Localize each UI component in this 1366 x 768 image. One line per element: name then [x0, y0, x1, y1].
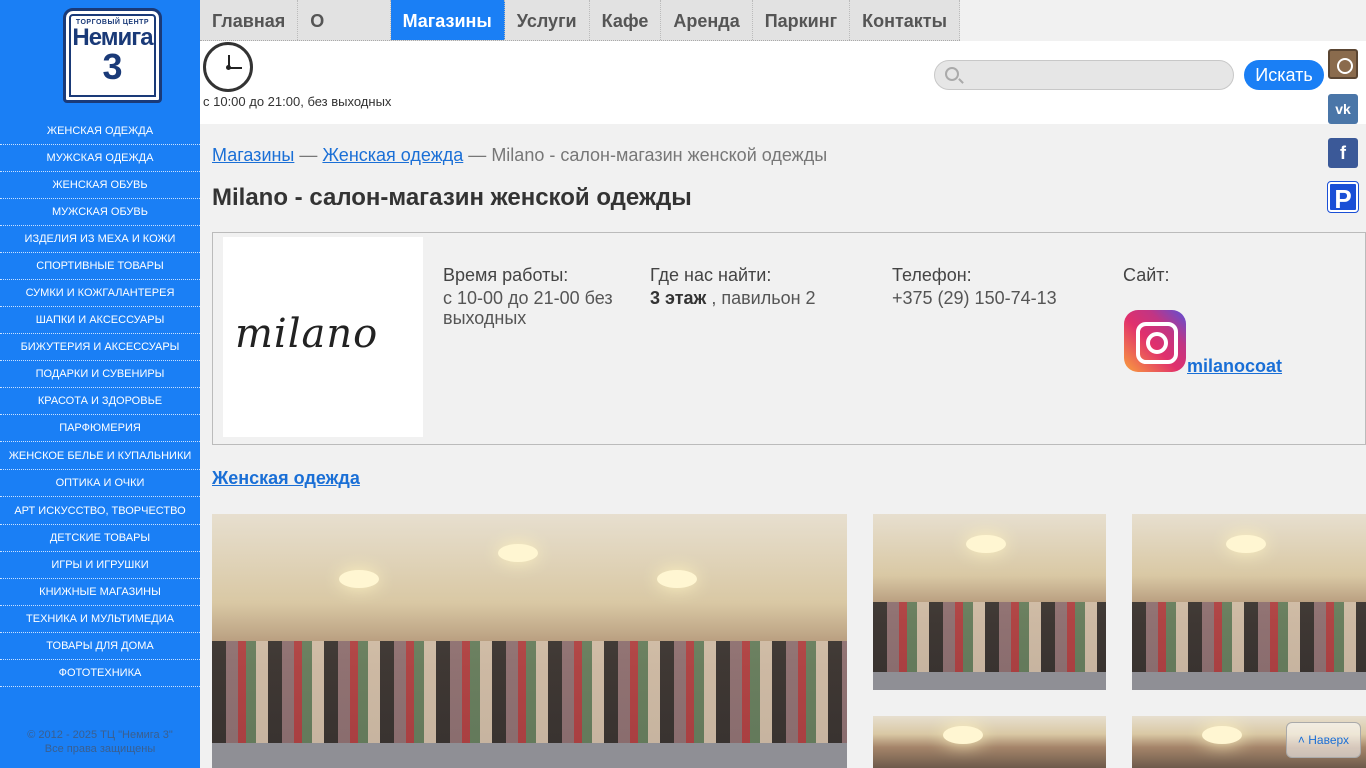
store-site: Сайт:: [1123, 265, 1323, 285]
sidebar-item-mens-shoes[interactable]: МУЖСКАЯ ОБУВЬ: [0, 199, 200, 226]
sidebar-item-lingerie[interactable]: ЖЕНСКОЕ БЕЛЬЕ И КУПАЛЬНИКИ: [0, 442, 200, 470]
sidebar: ТОРГОВЫЙ ЦЕНТР Немига 3 ЖЕНСКАЯ ОДЕЖДА М…: [0, 0, 200, 768]
category-link[interactable]: Женская одежда: [212, 468, 360, 489]
back-to-top-button[interactable]: ˄ Наверх: [1286, 722, 1361, 758]
sidebar-item-womens-shoes[interactable]: ЖЕНСКАЯ ОБУВЬ: [0, 172, 200, 199]
parking-icon[interactable]: P: [1327, 181, 1359, 214]
nav-shops[interactable]: Магазины: [390, 0, 505, 40]
sidebar-item-sports[interactable]: СПОРТИВНЫЕ ТОВАРЫ: [0, 253, 200, 280]
site-logo[interactable]: ТОРГОВЫЙ ЦЕНТР Немига 3: [63, 8, 162, 103]
logo-number: 3: [102, 46, 123, 87]
store-card: milano Время работы: с 10-00 до 21-00 бе…: [212, 232, 1366, 445]
location-pavilion: , павильон 2: [706, 288, 816, 308]
sidebar-item-toys[interactable]: ИГРЫ И ИГРУШКИ: [0, 552, 200, 579]
site-label: Сайт:: [1123, 265, 1170, 285]
sidebar-item-kids[interactable]: ДЕТСКИЕ ТОВАРЫ: [0, 525, 200, 552]
sidebar-item-optics[interactable]: ОПТИКА И ОЧКИ: [0, 470, 200, 497]
page-title: Milano - салон-магазин женской одежды: [212, 184, 692, 211]
store-location: Где нас найти: 3 этаж , павильон 2: [650, 265, 870, 308]
search-button[interactable]: Искать: [1244, 60, 1324, 90]
vk-icon[interactable]: vk: [1328, 94, 1358, 124]
breadcrumb: Магазины — Женская одежда — Milano - сал…: [212, 145, 827, 166]
search-input[interactable]: [934, 60, 1234, 90]
sidebar-item-jewelry[interactable]: БИЖУТЕРИЯ И АКСЕССУАРЫ: [0, 334, 200, 361]
nav-cafe[interactable]: Кафе: [590, 0, 662, 40]
instagram-link[interactable]: milanocoat: [1187, 356, 1282, 377]
store-photo-4[interactable]: [873, 716, 1106, 768]
copyright-line-2: Все права защищены: [44, 743, 156, 755]
clock-icon: [203, 42, 253, 92]
location-label: Где нас найти:: [650, 265, 772, 285]
sidebar-item-womens-clothing[interactable]: ЖЕНСКАЯ ОДЕЖДА: [0, 118, 200, 145]
sidebar-item-bags[interactable]: СУМКИ И КОЖГАЛАНТЕРЕЯ: [0, 280, 200, 307]
nav-about[interactable]: О центре: [298, 0, 391, 73]
search-icon: [945, 67, 959, 81]
store-hours: Время работы: с 10-00 до 21-00 без выход…: [443, 265, 628, 328]
store-photo-main[interactable]: [212, 514, 847, 768]
sidebar-item-hats[interactable]: ШАПКИ И АКСЕССУАРЫ: [0, 307, 200, 334]
nav-rent[interactable]: Аренда: [661, 0, 753, 40]
sidebar-item-photo[interactable]: ФОТОТЕХНИКА: [0, 660, 200, 687]
sidebar-item-books[interactable]: КНИЖНЫЕ МАГАЗИНЫ: [0, 579, 200, 606]
sidebar-item-perfume[interactable]: ПАРФЮМЕРИЯ: [0, 415, 200, 442]
nav-contacts[interactable]: Контакты: [850, 0, 960, 40]
phone-label: Телефон:: [892, 265, 972, 285]
sidebar-item-mens-clothing[interactable]: МУЖСКАЯ ОДЕЖДА: [0, 145, 200, 172]
opening-hours: с 10:00 до 21:00, без выходных: [203, 94, 392, 109]
nav-parking[interactable]: Паркинг: [753, 0, 851, 40]
phone-value: +375 (29) 150-74-13: [892, 288, 1057, 308]
sidebar-item-electronics[interactable]: ТЕХНИКА И МУЛЬТИМЕДИА: [0, 606, 200, 633]
store-phone: Телефон: +375 (29) 150-74-13: [892, 265, 1092, 308]
top-nav-filler: [960, 0, 1366, 41]
store-photo-2[interactable]: [873, 514, 1106, 690]
store-photo-3[interactable]: [1132, 514, 1366, 690]
copyright: © 2012 - 2025 ТЦ "Немига 3" Все права за…: [0, 728, 200, 756]
store-logo-text: milano: [235, 311, 379, 357]
category-menu: ЖЕНСКАЯ ОДЕЖДА МУЖСКАЯ ОДЕЖДА ЖЕНСКАЯ ОБ…: [0, 118, 200, 687]
breadcrumb-shops[interactable]: Магазины: [212, 145, 294, 165]
breadcrumb-current: Milano - салон-магазин женской одежды: [491, 145, 828, 165]
copyright-line-1: © 2012 - 2025 ТЦ "Немига 3": [27, 729, 173, 741]
instagram-logo-icon[interactable]: [1124, 310, 1186, 372]
breadcrumb-category[interactable]: Женская одежда: [322, 145, 463, 165]
store-logo: milano: [223, 237, 423, 437]
header: с 10:00 до 21:00, без выходных Искать: [200, 41, 1366, 124]
top-nav: Главная О центре Магазины Услуги Кафе Ар…: [200, 0, 960, 73]
nav-services[interactable]: Услуги: [505, 0, 590, 40]
facebook-icon[interactable]: f: [1328, 138, 1358, 168]
sidebar-item-fur-leather[interactable]: ИЗДЕЛИЯ ИЗ МЕХА И КОЖИ: [0, 226, 200, 253]
sidebar-item-beauty[interactable]: КРАСОТА И ЗДОРОВЬЕ: [0, 388, 200, 415]
hours-value: с 10-00 до 21-00 без выходных: [443, 288, 613, 328]
breadcrumb-separator: —: [468, 145, 487, 165]
location-floor: 3 этаж: [650, 288, 707, 308]
sidebar-item-home[interactable]: ТОВАРЫ ДЛЯ ДОМА: [0, 633, 200, 660]
nav-home[interactable]: Главная: [200, 0, 299, 40]
breadcrumb-separator: —: [299, 145, 318, 165]
sidebar-item-gifts[interactable]: ПОДАРКИ И СУВЕНИРЫ: [0, 361, 200, 388]
sidebar-item-art[interactable]: АРТ ИСКУССТВО, ТВОРЧЕСТВО: [0, 497, 200, 525]
hours-label: Время работы:: [443, 265, 569, 285]
instagram-icon[interactable]: [1328, 49, 1358, 79]
